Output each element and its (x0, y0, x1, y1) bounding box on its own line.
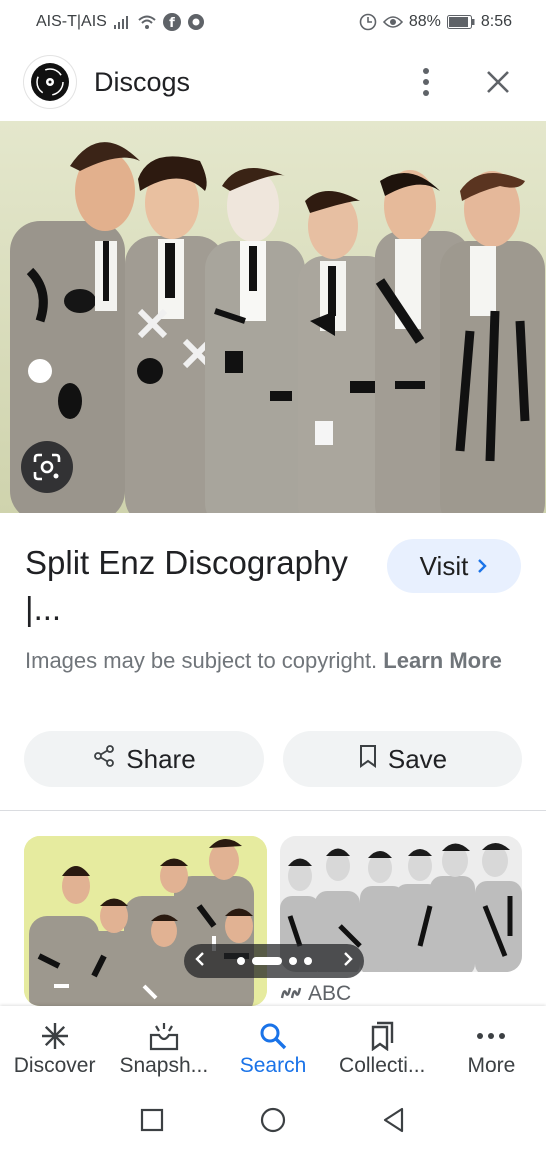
save-label: Save (387, 743, 448, 774)
bookmark-icon (358, 744, 378, 775)
chevron-right-icon (476, 551, 488, 582)
system-navigation (0, 1092, 546, 1152)
more-horiz-icon (476, 1018, 506, 1054)
learn-more-link[interactable]: Learn More (383, 648, 502, 673)
carousel-dot-active (251, 957, 282, 965)
band-photo (0, 121, 546, 513)
carousel-indicator[interactable] (184, 944, 364, 978)
close-icon[interactable] (474, 58, 522, 106)
chrome-icon (187, 13, 205, 31)
nav-label: Search (239, 1054, 307, 1077)
more-vert-icon[interactable] (402, 58, 450, 106)
related-image-1[interactable] (24, 836, 267, 1006)
share-button[interactable]: Share (24, 731, 264, 787)
nav-label: More (467, 1054, 516, 1077)
carousel-dot (288, 957, 297, 965)
source-name: ABC (308, 982, 352, 1005)
nav-discover[interactable]: Discover (0, 1006, 109, 1092)
vinyl-record-icon (24, 56, 76, 108)
chevron-right-icon[interactable] (342, 950, 354, 973)
chevron-left-icon[interactable] (194, 950, 206, 973)
copyright-notice: Images may be subject to copyright. Lear… (25, 645, 505, 676)
nav-collections[interactable]: Collecti... (328, 1006, 437, 1092)
nav-snapshot[interactable]: Snapsh... (109, 1006, 218, 1092)
nav-label: Discover (13, 1054, 96, 1077)
collections-icon (367, 1018, 397, 1054)
svg-text:f: f (169, 16, 175, 31)
snapshot-icon (148, 1018, 180, 1054)
bottom-nav: Discover Snapsh... Search Collecti... Mo… (0, 1006, 546, 1092)
share-label: Share (126, 743, 196, 774)
abc-logo-icon (280, 982, 302, 1006)
clock: 8:56 (480, 13, 512, 30)
wifi-icon (137, 14, 157, 30)
visit-button[interactable]: Visit (387, 539, 521, 593)
nav-search[interactable]: Search (218, 1006, 327, 1092)
result-title[interactable]: Split Enz Discography |... (25, 540, 365, 632)
nav-more[interactable]: More (437, 1006, 546, 1092)
carousel-dot (303, 957, 312, 965)
carousel-dots (236, 957, 312, 965)
home-icon[interactable] (260, 1107, 286, 1138)
carousel-dot (236, 957, 245, 965)
viewer-header: Discogs (0, 44, 546, 120)
carrier-label: AIS-T|AIS (36, 13, 107, 30)
facebook-icon: f (162, 13, 181, 31)
visit-label: Visit (419, 550, 469, 581)
battery-percent: 88% (408, 13, 441, 30)
search-icon (258, 1018, 288, 1054)
share-icon (92, 744, 116, 775)
related-source[interactable]: ABC (280, 982, 351, 1006)
save-button[interactable]: Save (283, 731, 522, 787)
site-name[interactable]: Discogs (94, 67, 402, 98)
eye-comfort-icon (382, 15, 403, 29)
divider (0, 810, 546, 811)
back-icon[interactable] (382, 1107, 406, 1138)
recents-icon[interactable] (140, 1108, 164, 1137)
battery-icon (446, 15, 475, 29)
copyright-text: Images may be subject to copyright. (25, 648, 378, 673)
discover-asterisk-icon (40, 1018, 70, 1054)
google-lens-icon[interactable] (21, 441, 73, 493)
hero-image[interactable] (0, 121, 546, 513)
nav-label: Snapsh... (119, 1054, 209, 1077)
signal-icon (113, 15, 131, 29)
related-photo-1 (24, 836, 267, 1006)
nav-label: Collecti... (339, 1054, 426, 1077)
status-bar: AIS-T|AIS f 88% 8:56 (0, 0, 546, 44)
data-saver-icon (359, 13, 377, 31)
